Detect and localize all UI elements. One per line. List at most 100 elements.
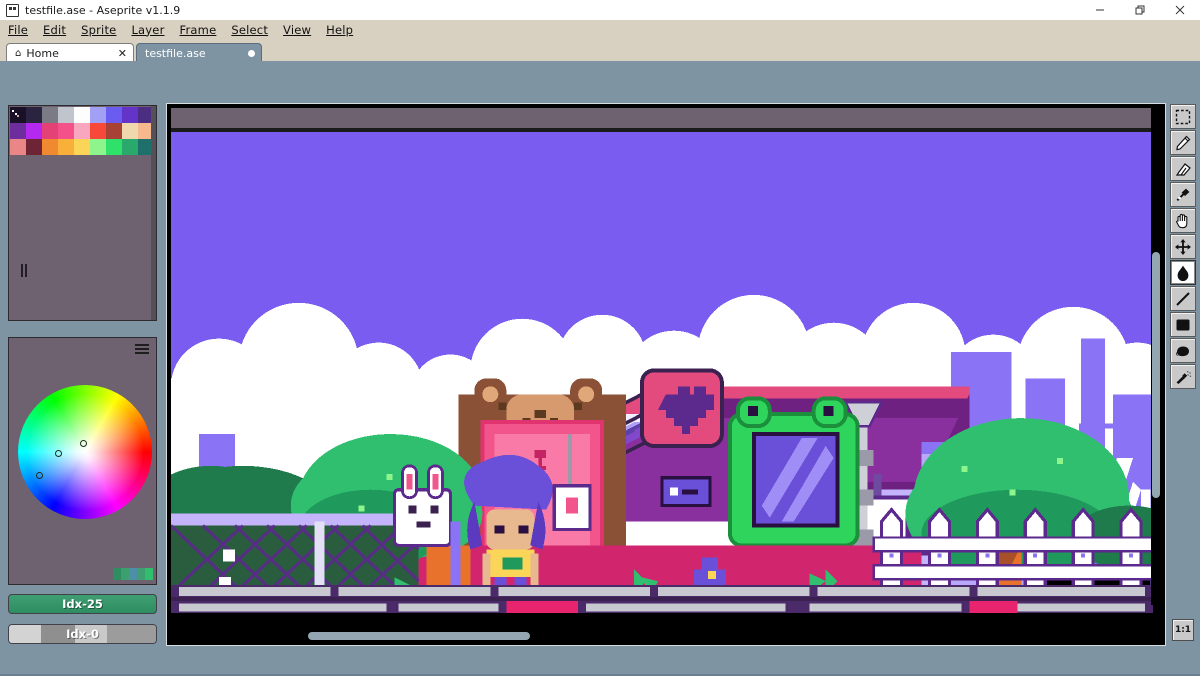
menu-select-label: Select — [231, 23, 268, 37]
palette-swatch[interactable] — [90, 123, 106, 139]
color-wheel-panel[interactable] — [8, 337, 157, 585]
wheel-marker-2[interactable] — [55, 450, 62, 457]
color-wheel-menu-icon[interactable] — [135, 344, 149, 355]
tab-home-label: Home — [26, 47, 107, 60]
pencil-icon — [1174, 134, 1192, 152]
palette-swatch[interactable] — [90, 139, 106, 155]
minimize-button[interactable] — [1080, 0, 1120, 20]
menu-layer[interactable]: Layer — [131, 23, 164, 37]
palette-swatch[interactable] — [106, 107, 122, 123]
app-icon — [6, 4, 19, 17]
eraser-tool[interactable] — [1170, 156, 1196, 181]
line-tool[interactable] — [1170, 286, 1196, 311]
eraser-icon — [1174, 160, 1192, 178]
palette-swatch[interactable] — [106, 139, 122, 155]
hscroll-thumb[interactable] — [308, 632, 530, 640]
wall-plaque — [662, 478, 710, 506]
strip-swatch-2[interactable] — [121, 568, 129, 580]
canvas-art-wrapper[interactable] — [171, 108, 1153, 613]
window-title: testfile.ase - Aseprite v1.1.9 — [25, 4, 180, 17]
menu-frame[interactable]: Frame — [180, 23, 217, 37]
palette-swatch[interactable] — [74, 139, 90, 155]
tab-home[interactable]: ⌂ Home ✕ — [6, 43, 134, 63]
sidewalk — [171, 585, 1153, 613]
zoom-reset-button[interactable]: 1:1 — [1172, 619, 1194, 641]
palette-swatch[interactable] — [58, 139, 74, 155]
filled-rectangle-tool[interactable] — [1170, 312, 1196, 337]
background-color-label: Idx-0 — [66, 627, 99, 641]
close-icon[interactable]: ✕ — [118, 47, 127, 60]
modified-dot-icon — [248, 50, 255, 57]
lasso-tool[interactable] — [1170, 338, 1196, 363]
palette-scrollbar[interactable] — [151, 106, 156, 321]
wheel-marker-1[interactable] — [80, 440, 87, 447]
tab-bar: ⌂ Home ✕ testfile.ase — [0, 39, 1200, 63]
canvas-vertical-scrollbar[interactable] — [1151, 108, 1161, 605]
palette-swatch[interactable] — [26, 107, 42, 123]
close-button[interactable] — [1160, 0, 1200, 20]
palette-swatch[interactable] — [10, 123, 26, 139]
menu-sprite[interactable]: Sprite — [81, 23, 116, 37]
hand-icon — [1174, 212, 1192, 230]
strip-swatch-1[interactable] — [113, 568, 121, 580]
background-color-button[interactable]: Idx-0 — [8, 624, 157, 644]
spray-tool[interactable] — [1170, 364, 1196, 389]
palette-swatch[interactable] — [106, 123, 122, 139]
color-wheel-strip[interactable] — [113, 568, 153, 580]
menu-file-label: File — [8, 23, 28, 37]
palette-swatch[interactable] — [42, 139, 58, 155]
canvas-horizontal-scrollbar[interactable] — [171, 631, 1149, 641]
palette-swatch[interactable] — [42, 107, 58, 123]
color-wheel[interactable] — [18, 385, 152, 519]
palette-swatch[interactable] — [10, 139, 26, 155]
tab-testfile[interactable]: testfile.ase — [136, 43, 262, 63]
marquee-select-tool[interactable] — [1170, 104, 1196, 129]
dashed-rectangle-icon — [1174, 108, 1192, 126]
hand-tool[interactable] — [1170, 208, 1196, 233]
frog-window — [730, 398, 858, 545]
tool-column — [1170, 104, 1196, 390]
spray-can-icon — [1174, 368, 1192, 386]
palette-swatch[interactable] — [122, 123, 138, 139]
move-tool[interactable] — [1170, 234, 1196, 259]
strip-swatch-5[interactable] — [145, 568, 153, 580]
palette-swatch[interactable] — [74, 107, 90, 123]
foreground-color-label: Idx-25 — [62, 597, 103, 611]
tab-testfile-label: testfile.ase — [145, 47, 236, 60]
menu-select[interactable]: Select — [231, 23, 268, 37]
palette-swatch[interactable] — [90, 107, 106, 123]
palette-panel[interactable] — [8, 105, 157, 321]
palette-swatch[interactable] — [122, 139, 138, 155]
line-icon — [1174, 290, 1192, 308]
palette-swatch[interactable] — [74, 123, 90, 139]
palette-swatch[interactable] — [10, 107, 26, 123]
palette-swatch[interactable] — [42, 123, 58, 139]
move-arrows-icon — [1174, 238, 1192, 256]
bg-seg-4 — [107, 625, 156, 643]
palette-swatch[interactable] — [26, 139, 42, 155]
menu-view[interactable]: View — [283, 23, 311, 37]
eyedropper-tool[interactable] — [1170, 182, 1196, 207]
menu-sprite-label: Sprite — [81, 23, 116, 37]
paint-bucket-tool[interactable] — [1170, 260, 1196, 285]
title-bar: testfile.ase - Aseprite v1.1.9 — [0, 0, 1200, 20]
menu-edit[interactable]: Edit — [43, 23, 66, 37]
strip-swatch-3[interactable] — [129, 568, 137, 580]
palette-selection-marker — [21, 262, 28, 274]
canvas-viewport[interactable] — [166, 103, 1166, 646]
palette-grid[interactable] — [10, 107, 154, 155]
menu-file[interactable]: File — [8, 23, 28, 37]
palette-swatch[interactable] — [122, 107, 138, 123]
foreground-color-button[interactable]: Idx-25 — [8, 594, 157, 614]
palette-swatch[interactable] — [26, 123, 42, 139]
pencil-tool[interactable] — [1170, 130, 1196, 155]
maximize-button[interactable] — [1120, 0, 1160, 20]
pixel-art-canvas[interactable] — [171, 108, 1153, 613]
vscroll-thumb[interactable] — [1152, 252, 1160, 498]
palette-swatch[interactable] — [58, 107, 74, 123]
wheel-marker-3[interactable] — [36, 472, 43, 479]
menu-view-label: View — [283, 23, 311, 37]
menu-help[interactable]: Help — [326, 23, 353, 37]
strip-swatch-4[interactable] — [137, 568, 145, 580]
palette-swatch[interactable] — [58, 123, 74, 139]
